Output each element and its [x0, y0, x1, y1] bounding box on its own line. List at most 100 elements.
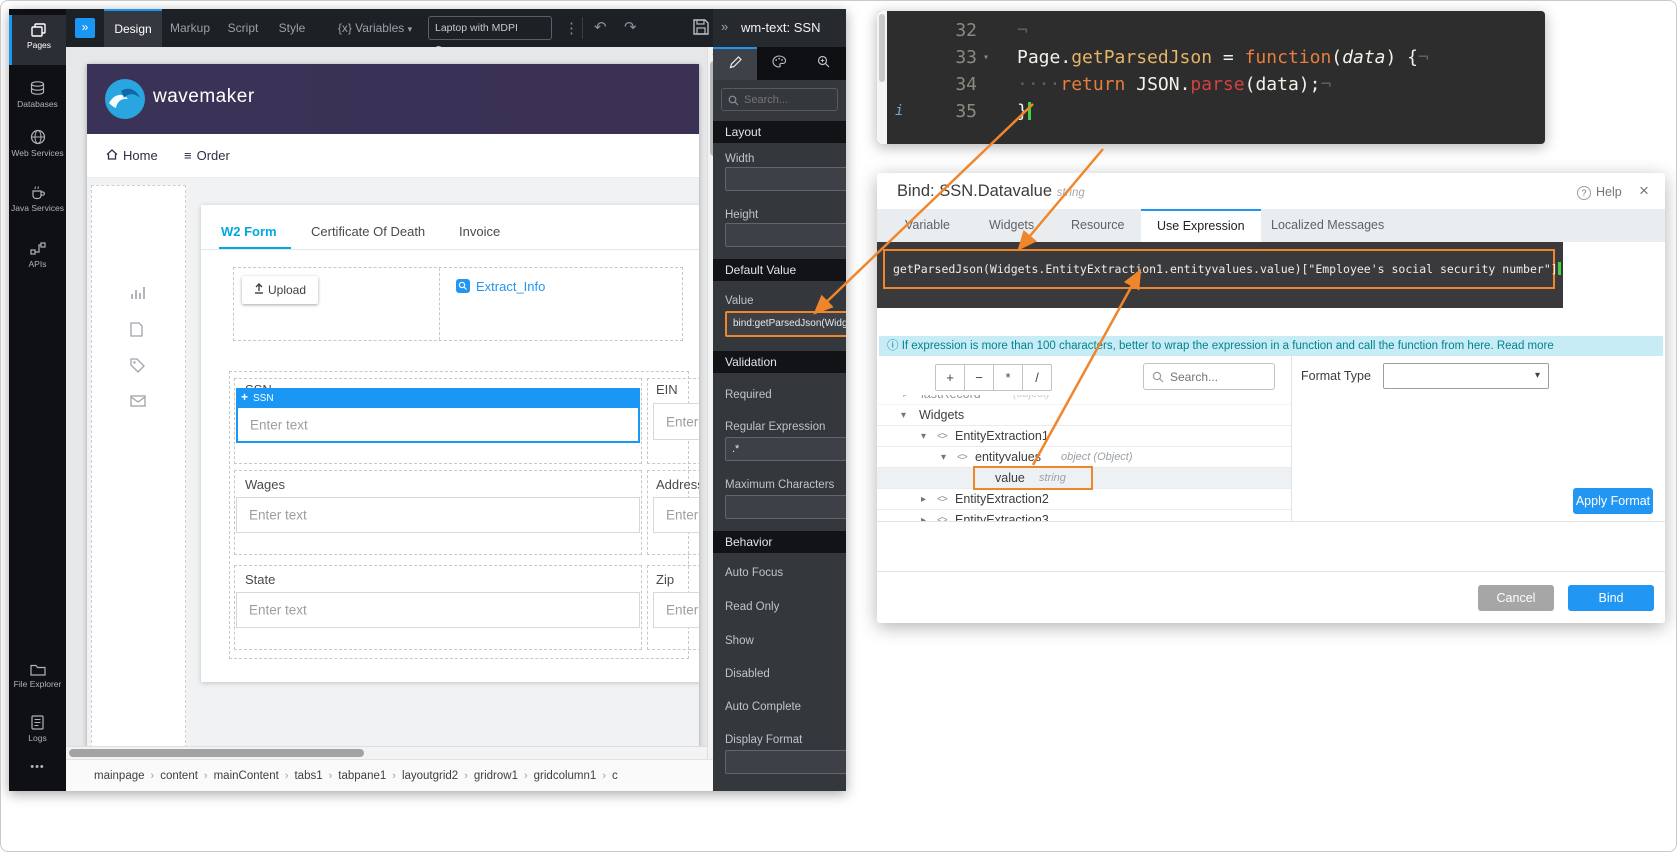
wages-field-cell: Wages Enter text: [234, 470, 642, 555]
nav-item-order[interactable]: ≡Order: [184, 134, 230, 178]
height-input[interactable]: [725, 223, 846, 247]
horizontal-scrollbar[interactable]: [66, 746, 707, 759]
tab-script[interactable]: Script: [218, 9, 268, 47]
close-icon[interactable]: ×: [1639, 181, 1649, 201]
tab-style[interactable]: Style: [268, 9, 316, 47]
expand-panel-icon[interactable]: »: [721, 19, 728, 34]
tab-invoice[interactable]: Invoice: [459, 217, 500, 247]
tree-row-entityextraction2[interactable]: ▸ <> EntityExtraction2: [877, 489, 1291, 510]
breadcrumb-item[interactable]: layoutgrid2: [402, 770, 458, 782]
ein-input[interactable]: Enter text: [653, 403, 699, 440]
tree-row-entityextraction3[interactable]: ▸ <> EntityExtraction3: [877, 510, 1291, 521]
breadcrumb-item[interactable]: mainpage: [94, 770, 145, 782]
tree-row-entityvalues[interactable]: ▾ <> entityvalues object (Object): [877, 447, 1291, 468]
sidebar-item-java-services[interactable]: Java Services: [9, 179, 66, 231]
chevron-down-icon: ▾: [408, 24, 413, 34]
editor-scrollbar-thumb[interactable]: [879, 14, 885, 82]
tab-w2-form[interactable]: W2 Form: [221, 217, 277, 247]
sidebar-item-pages[interactable]: Pages: [9, 15, 66, 65]
sidebar-item-file-explorer[interactable]: File Explorer: [9, 657, 66, 703]
wages-input[interactable]: Enter text: [236, 497, 640, 533]
state-input[interactable]: Enter text: [236, 592, 640, 628]
section-header-validation: Validation: [713, 351, 846, 373]
undo-icon[interactable]: ↶: [594, 18, 607, 36]
properties-search-input[interactable]: [744, 90, 834, 109]
document-icon[interactable]: [130, 322, 143, 342]
expression-editor[interactable]: getParsedJson(Widgets.EntityExtraction1.…: [877, 242, 1563, 308]
breadcrumb-item[interactable]: gridcolumn1: [534, 770, 597, 782]
kebab-menu-icon[interactable]: ⋮: [564, 19, 579, 37]
sidebar-item-web-services[interactable]: Web Services: [9, 123, 66, 175]
tab-properties[interactable]: [713, 47, 757, 80]
selected-widget-chip[interactable]: +SSN: [236, 388, 640, 406]
placeholder-text: Enter text: [249, 508, 307, 523]
breadcrumb-item[interactable]: c: [612, 770, 618, 782]
breadcrumb-item[interactable]: tabpane1: [338, 770, 386, 782]
maxchars-input[interactable]: [725, 495, 846, 519]
minus-operator-button[interactable]: −: [964, 364, 994, 391]
sidebar-more-button[interactable]: •••: [9, 761, 66, 781]
address-input[interactable]: Enter text: [653, 497, 699, 533]
value-bind-input[interactable]: bind:getParsedJson(Widgets.Ent: [725, 311, 846, 337]
tab-use-expression[interactable]: Use Expression: [1141, 209, 1261, 242]
sidebar-item-logs[interactable]: Logs: [9, 709, 66, 751]
tree-node-label: lastRecord: [921, 395, 981, 405]
divide-operator-button[interactable]: /: [1022, 364, 1052, 391]
help-button[interactable]: ?Help: [1577, 185, 1622, 200]
tab-design[interactable]: Design: [104, 9, 162, 47]
bind-button[interactable]: Bind: [1568, 585, 1654, 611]
breadcrumb-item[interactable]: gridrow1: [474, 770, 518, 782]
tab-markup[interactable]: Markup: [162, 9, 218, 47]
ssn-input[interactable]: Enter text: [236, 406, 640, 443]
tree-row-entityextraction1[interactable]: ▾ <> EntityExtraction1: [877, 426, 1291, 447]
cancel-button[interactable]: Cancel: [1478, 585, 1554, 611]
apply-format-button[interactable]: Apply Format: [1573, 488, 1653, 514]
tree-row-widgets[interactable]: ▾ Widgets: [877, 405, 1291, 426]
form-grid: SSN +SSN Enter text EIN: [229, 371, 689, 659]
sidebar-item-databases[interactable]: Databases: [9, 75, 66, 119]
script-editor-panel: 32 ¬ 33 ▾ Page.getParsedJson = function(…: [877, 11, 1545, 144]
tree-row-lastrecord[interactable]: ▸ lastRecord (object): [877, 395, 1291, 405]
nav-item-home[interactable]: Home: [106, 134, 158, 178]
tab-widgets[interactable]: Widgets: [973, 209, 1050, 242]
fold-icon[interactable]: ▾: [983, 44, 989, 71]
tab-certificate-of-death[interactable]: Certificate Of Death: [311, 217, 425, 247]
horizontal-scrollbar-thumb[interactable]: [69, 749, 364, 757]
bar-chart-icon[interactable]: [130, 286, 146, 305]
mail-icon[interactable]: [130, 394, 146, 412]
save-icon[interactable]: [692, 18, 710, 41]
tab-variable[interactable]: Variable: [889, 209, 966, 242]
editor-scrollbar[interactable]: [877, 11, 887, 144]
breadcrumb-item[interactable]: tabs1: [294, 770, 322, 782]
sidebar-item-label: Java Services: [9, 203, 66, 213]
address-field-cell: Address Enter text: [647, 470, 699, 555]
tab-zoom[interactable]: [801, 47, 845, 80]
tag-icon[interactable]: [130, 358, 145, 378]
redo-icon[interactable]: ↷: [624, 18, 637, 36]
regex-input[interactable]: .*: [725, 437, 846, 461]
upload-button[interactable]: Upload: [242, 276, 318, 304]
placeholder-text: Enter text: [250, 417, 308, 432]
tab-styles[interactable]: [757, 47, 801, 80]
collapse-panel-button[interactable]: »: [75, 18, 95, 38]
tree-row-value[interactable]: value string: [877, 468, 1291, 489]
displayformat-input[interactable]: [725, 750, 846, 774]
breadcrumb-item[interactable]: mainContent: [214, 770, 279, 782]
tree-search-input[interactable]: [1170, 366, 1268, 387]
breadcrumb-item[interactable]: content: [160, 770, 198, 782]
multiply-operator-button[interactable]: *: [993, 364, 1023, 391]
code-tag-icon: <>: [937, 426, 947, 447]
plus-operator-button[interactable]: +: [935, 364, 965, 391]
extract-info-link[interactable]: Extract_Info: [456, 278, 545, 296]
tree-search[interactable]: [1143, 363, 1275, 390]
sidebar-item-apis[interactable]: APIs: [9, 235, 66, 279]
width-input[interactable]: [725, 167, 846, 191]
tab-localized-messages[interactable]: Localized Messages: [1255, 209, 1400, 242]
tab-resource[interactable]: Resource: [1055, 209, 1141, 242]
format-type-select[interactable]: ▾: [1383, 363, 1549, 389]
device-selector[interactable]: Laptop with MDPI Screen ▾: [428, 16, 552, 40]
read-more-link[interactable]: Read more: [1497, 340, 1554, 352]
variables-menu[interactable]: {x} Variables ▾: [330, 9, 420, 47]
properties-search[interactable]: [721, 88, 838, 111]
zip-input[interactable]: Enter text: [653, 592, 699, 628]
